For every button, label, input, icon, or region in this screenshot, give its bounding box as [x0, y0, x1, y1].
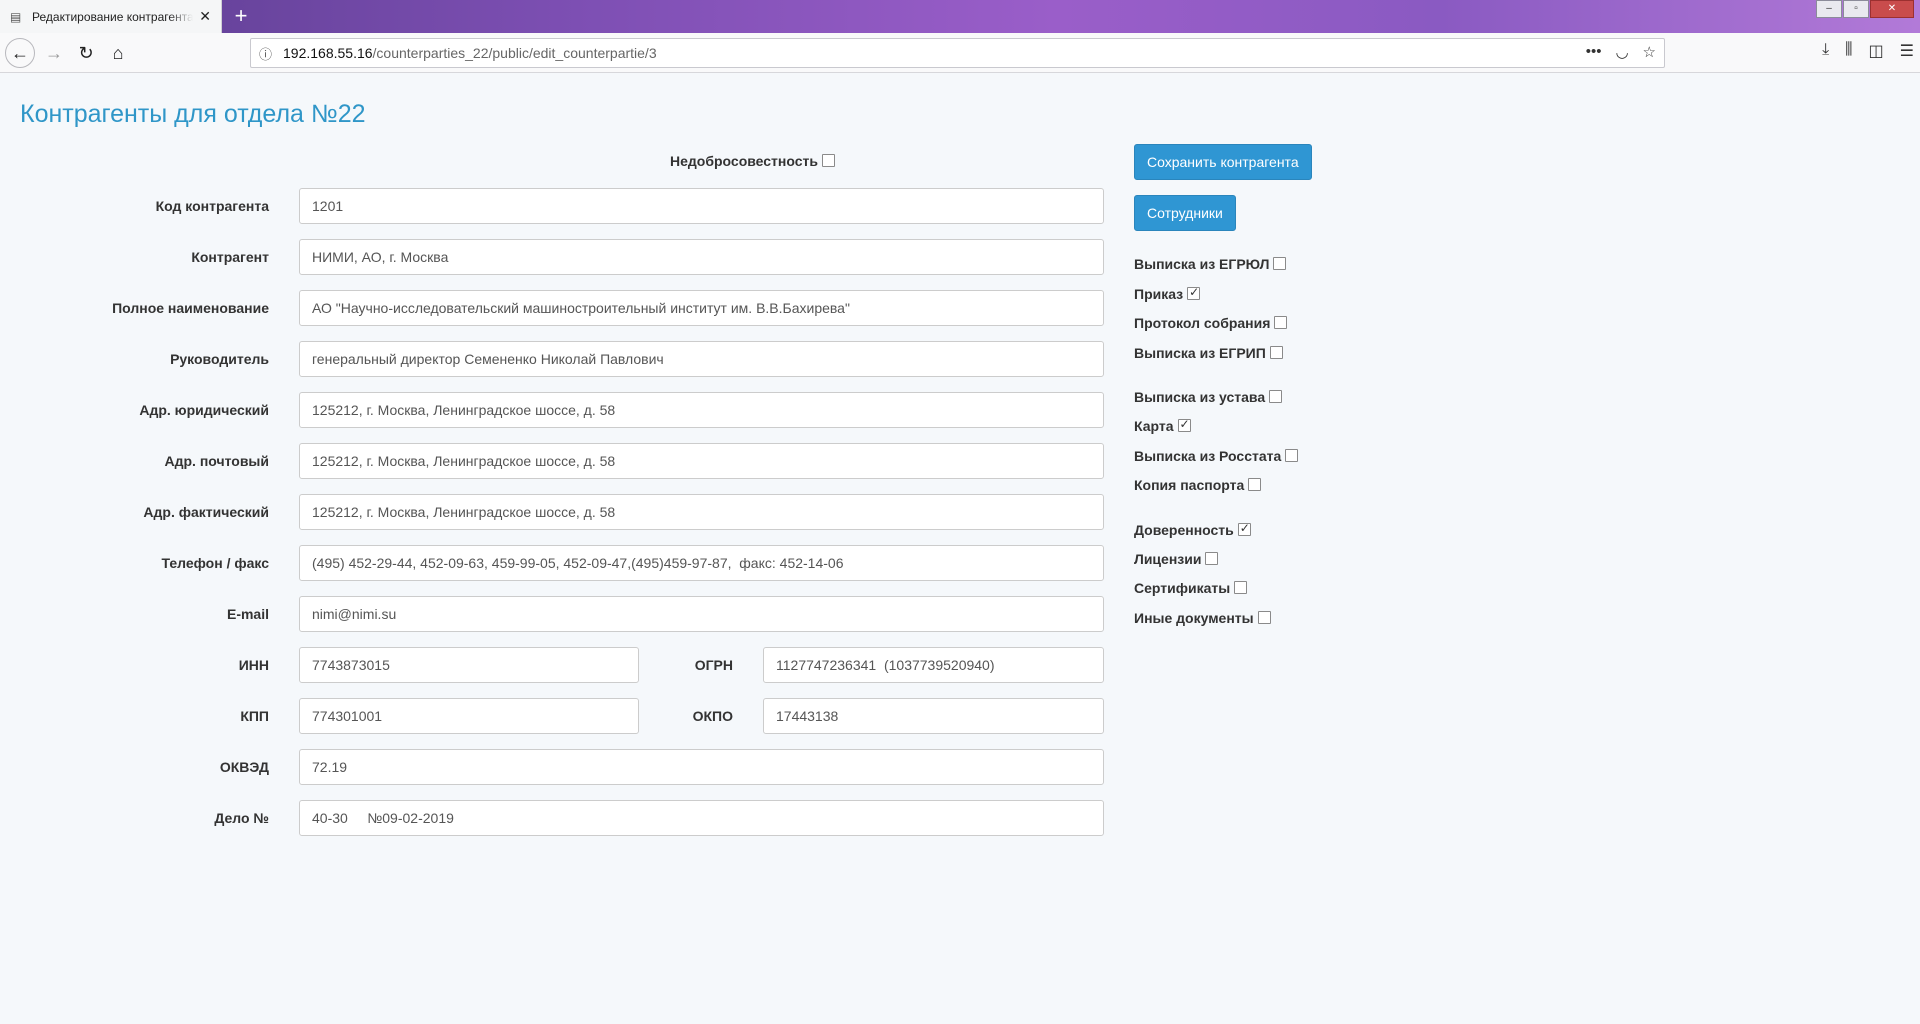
addr-legal-field[interactable] [299, 392, 1104, 428]
arrow-left-icon[interactable]: ← [5, 38, 35, 68]
code-field[interactable] [299, 188, 1104, 224]
document-checkbox[interactable] [1177, 417, 1191, 432]
dishonesty-row: Недобросовестность [670, 153, 835, 169]
document-label: Протокол собрания [1134, 315, 1271, 331]
dishonesty-label: Недобросовестность [670, 153, 818, 169]
page-icon: ▤ [10, 9, 22, 24]
document-item: Карта [1134, 417, 1191, 434]
name-field[interactable] [299, 239, 1104, 275]
ogrn-field[interactable] [763, 647, 1104, 683]
document-checkbox[interactable] [1273, 257, 1287, 270]
email-field[interactable] [299, 596, 1104, 632]
document-label: Приказ [1134, 286, 1184, 302]
document-label: Доверенность [1134, 522, 1234, 538]
document-label: Лицензии [1134, 551, 1202, 567]
document-item: Приказ [1134, 285, 1201, 302]
new-tab-button[interactable]: + [228, 4, 254, 30]
save-button[interactable]: Сохранить контрагента [1134, 144, 1312, 180]
sidebar-icon[interactable]: ◫ [1869, 41, 1884, 61]
close-icon[interactable]: ✕ [199, 8, 211, 25]
document-checkbox[interactable] [1285, 449, 1299, 462]
menu-icon[interactable]: ☰ [1900, 41, 1914, 61]
reload-icon[interactable]: ↻ [72, 39, 100, 67]
browser-navbar: ← → ↻ ⌂ ⓘ 192.168.55.16/counterparties_2… [0, 33, 1920, 73]
head-field[interactable] [299, 341, 1104, 377]
inn-field[interactable] [299, 647, 639, 683]
document-checkbox[interactable] [1205, 552, 1219, 565]
url-host: 192.168.55.16 [283, 45, 373, 61]
download-icon[interactable]: ⤓ [1822, 41, 1829, 61]
document-checkbox[interactable] [1248, 478, 1262, 491]
home-icon[interactable]: ⌂ [104, 39, 132, 67]
code-label: Код контрагента [155, 198, 269, 214]
arrow-right-icon[interactable]: → [40, 39, 68, 67]
document-label: Карта [1134, 418, 1174, 434]
document-label: Выписка из Росстата [1134, 448, 1282, 464]
library-icon[interactable]: ⫼ [1845, 41, 1852, 61]
document-item: Выписка из Росстата [1134, 448, 1299, 464]
document-item: Протокол собрания [1134, 315, 1288, 331]
document-checkbox[interactable] [1274, 316, 1288, 329]
full-name-field[interactable] [299, 290, 1104, 326]
window-controls: – ▫ ✕ [1815, 0, 1914, 18]
document-item: Доверенность [1134, 521, 1251, 538]
address-bar[interactable]: ⓘ 192.168.55.16/counterparties_22/public… [250, 38, 1665, 68]
document-item: Иные документы [1134, 610, 1271, 626]
full-name-label: Полное наименование [112, 300, 269, 316]
window-close-button[interactable]: ✕ [1870, 0, 1914, 18]
document-item: Выписка из ЕГРИП [1134, 345, 1283, 361]
document-item: Выписка из ЕГРЮЛ [1134, 256, 1287, 272]
ogrn-label: ОГРН [694, 657, 733, 673]
document-label: Выписка из ЕГРИП [1134, 345, 1266, 361]
document-checkbox[interactable] [1269, 390, 1283, 403]
document-checkbox[interactable] [1237, 521, 1251, 536]
dishonesty-checkbox[interactable] [821, 154, 835, 167]
document-item: Выписка из устава [1134, 389, 1283, 405]
document-label: Сертификаты [1134, 580, 1231, 596]
okpo-label: ОКПО [692, 708, 733, 724]
star-icon[interactable]: ☆ [1643, 43, 1656, 61]
inn-label: ИНН [238, 657, 269, 673]
okpo-field[interactable] [763, 698, 1104, 734]
case-label: Дело № [214, 810, 269, 826]
document-item: Лицензии [1134, 551, 1219, 567]
document-label: Выписка из устава [1134, 389, 1266, 405]
browser-tab[interactable]: ▤ Редактирование контрагента ✕ [0, 0, 222, 33]
document-checkbox[interactable] [1257, 611, 1271, 624]
browser-tabbar: ▤ Редактирование контрагента ✕ + – ▫ ✕ [0, 0, 1920, 33]
okved-label: ОКВЭД [219, 759, 269, 775]
document-checkbox[interactable] [1269, 346, 1283, 359]
more-icon[interactable]: ••• [1586, 43, 1602, 61]
case-field[interactable] [299, 800, 1104, 836]
email-label: E-mail [226, 606, 269, 622]
addr-post-field[interactable] [299, 443, 1104, 479]
document-checkbox[interactable] [1187, 285, 1201, 300]
document-item: Сертификаты [1134, 580, 1248, 596]
addr-fact-label: Адр. фактический [143, 504, 269, 520]
maximize-button[interactable]: ▫ [1843, 0, 1869, 18]
addr-legal-label: Адр. юридический [139, 402, 269, 418]
phone-label: Телефон / факс [161, 555, 269, 571]
employees-button[interactable]: Сотрудники [1134, 195, 1236, 231]
document-checkbox[interactable] [1234, 581, 1248, 594]
okved-field[interactable] [299, 749, 1104, 785]
document-label: Выписка из ЕГРЮЛ [1134, 256, 1270, 272]
document-label: Копия паспорта [1134, 477, 1245, 493]
document-label: Иные документы [1134, 610, 1254, 626]
name-label: Контрагент [191, 249, 269, 265]
minimize-button[interactable]: – [1816, 0, 1842, 18]
phone-field[interactable] [299, 545, 1104, 581]
info-icon[interactable]: ⓘ [259, 44, 275, 63]
addr-post-label: Адр. почтовый [164, 453, 269, 469]
document-item: Копия паспорта [1134, 477, 1262, 493]
kpp-label: КПП [240, 708, 269, 724]
head-label: Руководитель [170, 351, 269, 367]
tab-title: Редактирование контрагента [32, 9, 194, 24]
pocket-icon[interactable]: ◡ [1615, 43, 1628, 61]
url-path: /counterparties_22/public/edit_counterpa… [372, 45, 657, 61]
kpp-field[interactable] [299, 698, 639, 734]
page-title: Контрагенты для отдела №22 [20, 100, 366, 128]
addr-fact-field[interactable] [299, 494, 1104, 530]
